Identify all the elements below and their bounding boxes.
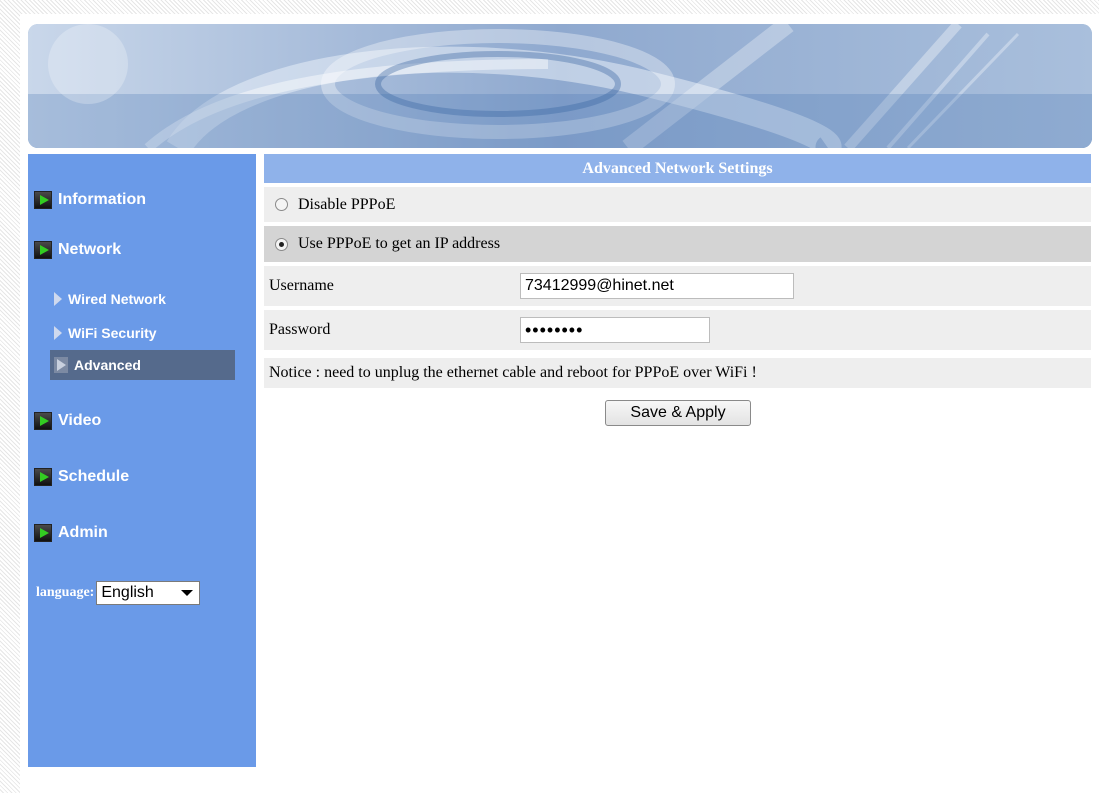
save-apply-button[interactable]: Save & Apply (605, 400, 751, 426)
language-selected-value: English (101, 584, 154, 601)
password-value: •••••••• (525, 320, 584, 340)
play-arrow-icon (34, 468, 52, 486)
sidebar: Information Network Wired Network WiFi S… (28, 154, 256, 767)
sidebar-subitem-label: Wired Network (68, 291, 166, 307)
sidebar-item-label: Video (58, 412, 102, 429)
sidebar-subitem-wired-network[interactable]: Wired Network (50, 284, 235, 314)
page: Information Network Wired Network WiFi S… (20, 14, 1099, 793)
header-banner-image (28, 24, 1092, 148)
page-title: Advanced Network Settings (264, 154, 1091, 183)
play-arrow-icon (34, 524, 52, 542)
play-arrow-icon (34, 412, 52, 430)
sidebar-subitem-advanced[interactable]: Advanced (50, 350, 235, 380)
sidebar-item-network[interactable]: Network (34, 238, 121, 262)
sidebar-item-label: Information (58, 191, 146, 208)
play-arrow-icon (34, 191, 52, 209)
triangle-bullet-icon (54, 292, 62, 306)
play-arrow-icon (34, 241, 52, 259)
sidebar-subitem-wifi-security[interactable]: WiFi Security (50, 318, 235, 348)
language-select[interactable]: English (96, 581, 201, 605)
sidebar-item-label: Admin (58, 524, 108, 541)
banner-graphic (28, 24, 1092, 148)
use-pppoe-label: Use PPPoE to get an IP address (298, 235, 501, 252)
username-label: Username (269, 277, 334, 294)
sidebar-item-admin[interactable]: Admin (34, 521, 108, 545)
language-label: language: (36, 585, 95, 600)
disable-pppoe-radio[interactable] (275, 198, 288, 211)
sidebar-item-label: Network (58, 241, 122, 258)
notice-row: Notice : need to unplug the ethernet cab… (264, 358, 1091, 388)
username-value: 73412999@hinet.net (525, 277, 674, 294)
sidebar-item-label: Schedule (58, 468, 130, 485)
password-row: Password •••••••• (264, 310, 1091, 350)
triangle-bullet-icon (54, 326, 62, 340)
chevron-down-icon (181, 590, 194, 596)
sidebar-item-schedule[interactable]: Schedule (34, 465, 129, 489)
use-pppoe-row[interactable]: Use PPPoE to get an IP address (264, 226, 1091, 262)
password-label: Password (269, 321, 331, 338)
username-row: Username 73412999@hinet.net (264, 266, 1091, 306)
sidebar-item-video[interactable]: Video (34, 409, 101, 433)
notice-text: Notice : need to unplug the ethernet cab… (269, 364, 757, 381)
username-field[interactable]: 73412999@hinet.net (520, 273, 794, 299)
sidebar-subitem-label: WiFi Security (68, 325, 157, 341)
use-pppoe-radio[interactable] (275, 237, 288, 251)
triangle-bullet-icon (54, 357, 68, 373)
disable-pppoe-row[interactable]: Disable PPPoE (264, 187, 1091, 222)
password-field[interactable]: •••••••• (520, 317, 710, 343)
sidebar-subitem-label: Advanced (74, 357, 141, 373)
disable-pppoe-label: Disable PPPoE (298, 195, 396, 213)
language-row: language: English (36, 581, 201, 605)
sidebar-item-information[interactable]: Information (34, 188, 146, 212)
